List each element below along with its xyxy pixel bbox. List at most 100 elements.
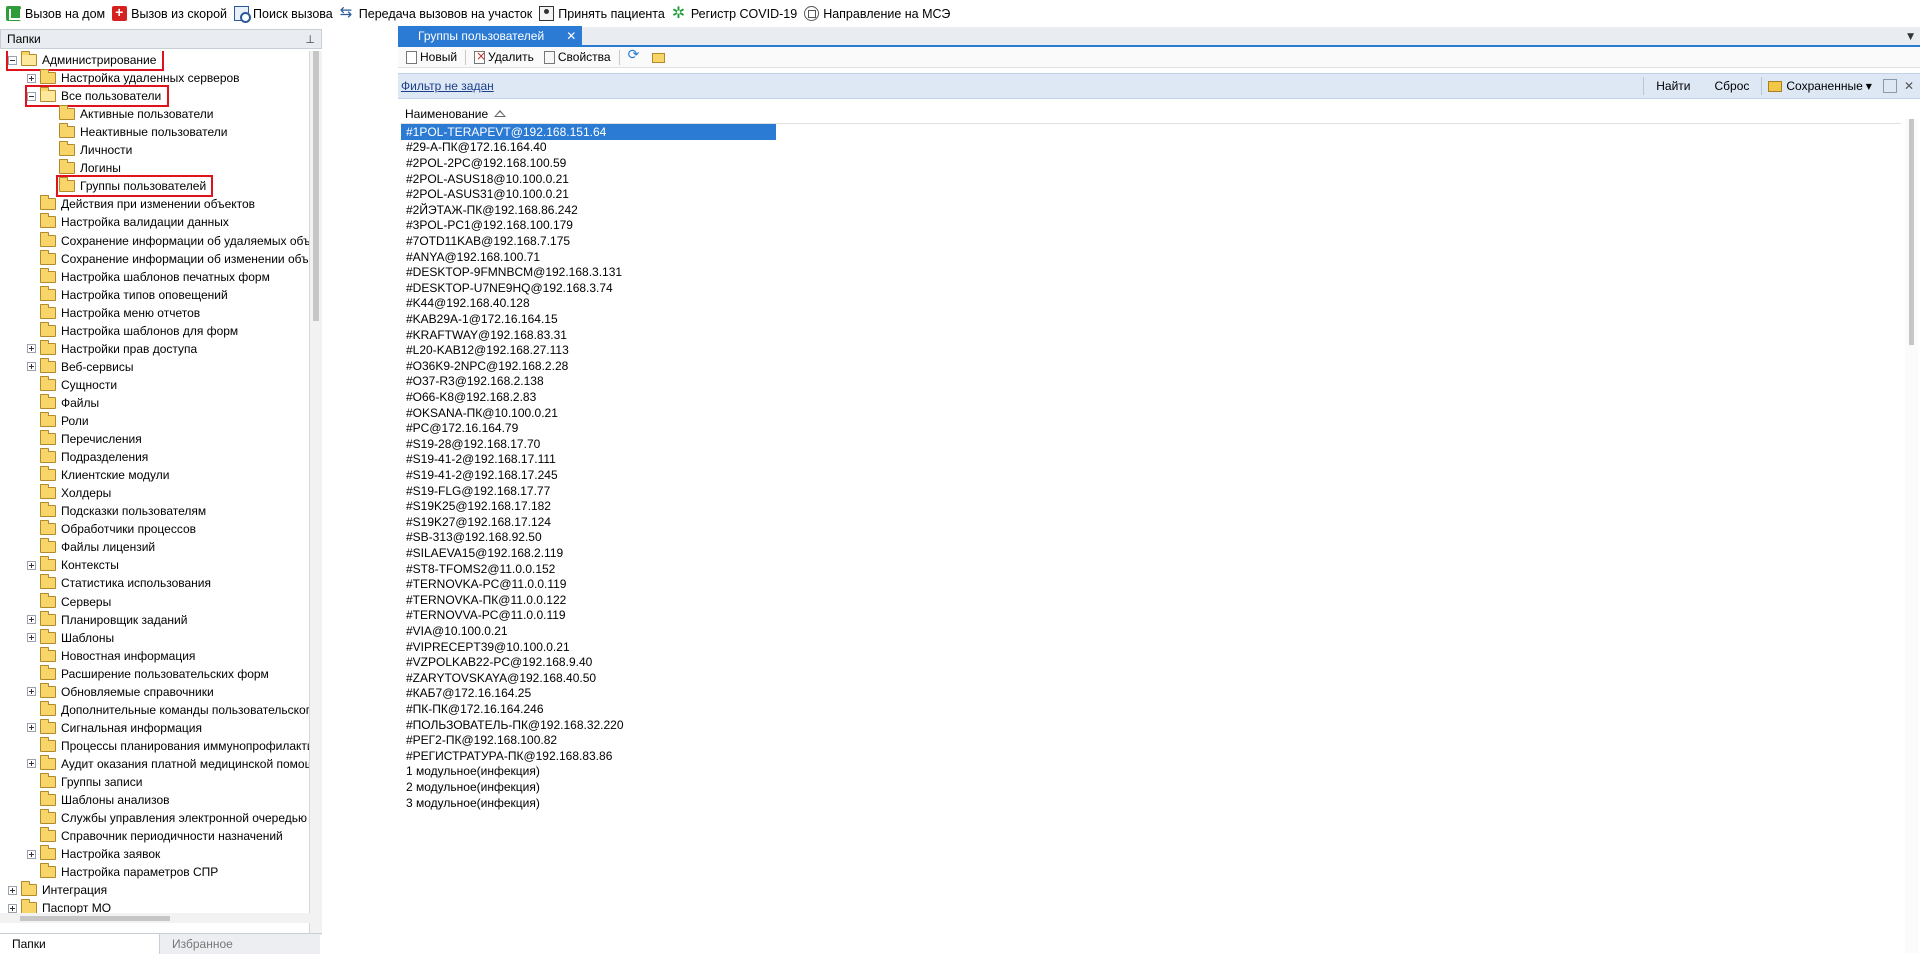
tree-item[interactable]: Перечисления — [27, 430, 142, 448]
tree-item[interactable]: Обработчики процессов — [27, 520, 196, 538]
table-row[interactable]: #РЕГИСТРАТУРА-ПК@192.168.83.86 — [401, 748, 776, 764]
tree-item[interactable]: Подсказки пользователям — [27, 502, 206, 520]
table-row[interactable]: #7OTD11KAB@192.168.7.175 — [401, 233, 776, 249]
tree-item[interactable]: Расширение пользовательских форм — [27, 664, 269, 683]
tree-item[interactable]: Роли — [27, 412, 89, 430]
toolbar-button-6[interactable]: Направление на МСЭ — [802, 3, 955, 25]
toolbar-button-0[interactable]: Вызов на дом — [4, 3, 110, 25]
table-row[interactable]: #SILAEVA15@192.168.2.119 — [401, 545, 776, 561]
tree-item[interactable]: Настройка меню отчетов — [27, 303, 200, 322]
expand-icon[interactable] — [27, 73, 36, 83]
tree-item[interactable]: Аудит оказания платной медицинской помощ… — [27, 754, 309, 773]
tree-item[interactable]: Контексты — [27, 556, 119, 574]
table-row[interactable]: #S19-28@192.168.17.70 — [401, 436, 776, 452]
table-row[interactable]: #S19K27@192.168.17.124 — [401, 514, 776, 530]
table-row[interactable]: 3 модульное(инфекция) — [401, 795, 776, 811]
tree-item[interactable]: Обновляемые справочники — [27, 682, 214, 701]
table-row[interactable]: #VIPRECEPT39@10.100.0.21 — [401, 639, 776, 655]
toolbar-button-1[interactable]: Вызов из скорой — [110, 3, 232, 25]
table-row[interactable]: #РЕГ2-ПК@192.168.100.82 — [401, 732, 776, 748]
table-row[interactable]: #2POL-ASUS31@10.100.0.21 — [401, 186, 776, 202]
filter-link[interactable]: Фильтр не задан — [401, 79, 494, 93]
table-row[interactable]: #S19K25@192.168.17.182 — [401, 498, 776, 514]
tree-item[interactable]: Действия при изменении объектов — [27, 195, 255, 213]
table-row[interactable]: #KAB29A-1@172.16.164.15 — [401, 311, 776, 327]
tree-item[interactable]: Настройка валидации данных — [27, 213, 229, 231]
table-row[interactable]: #KRAFTWAY@192.168.83.31 — [401, 327, 776, 343]
tree-item[interactable]: Настройка шаблонов для форм — [27, 321, 238, 340]
toolbar-button-2[interactable]: Поиск вызова — [232, 3, 338, 25]
close-filter-icon[interactable]: ✕ — [1904, 79, 1914, 93]
tree-item[interactable]: Настройки прав доступа — [27, 339, 197, 358]
tree-item[interactable]: Статистика использования — [27, 574, 211, 592]
tree-item[interactable]: Дополнительные команды пользовательского… — [27, 700, 309, 719]
tree-item[interactable]: Сохранение информации об изменении объек… — [27, 249, 309, 268]
tab-user-groups[interactable]: Группы пользователей ✕ — [398, 26, 583, 45]
column-header-name[interactable]: Наименование — [405, 107, 488, 121]
tree-item[interactable]: Настройка параметров СПР — [27, 863, 218, 881]
expand-icon[interactable] — [27, 560, 36, 570]
tree-item[interactable]: Шаблоны анализов — [27, 791, 170, 809]
table-row[interactable]: #L20-KAB12@192.168.27.113 — [401, 342, 776, 358]
tree-item[interactable]: Настройка типов оповещений — [27, 285, 228, 304]
table-row[interactable]: #2POL-ASUS18@10.100.0.21 — [401, 171, 776, 187]
pin-icon[interactable]: ⊥ — [305, 33, 315, 46]
table-row[interactable]: 2 модульное(инфекция) — [401, 779, 776, 795]
table-row[interactable]: #1POL-TERAPEVT@192.168.151.64 — [401, 124, 776, 140]
expand-icon[interactable] — [27, 723, 36, 733]
saved-filters-dropdown[interactable]: Сохраненные ▼ — [1762, 79, 1878, 93]
expand-icon[interactable] — [8, 903, 17, 913]
table-row[interactable]: #S19-41-2@192.168.17.111 — [401, 452, 776, 468]
table-row[interactable]: #ST8-TFOMS2@11.0.0.152 — [401, 561, 776, 577]
tree-horizontal-scrollbar[interactable] — [0, 913, 310, 923]
tree-item[interactable]: Сущности — [27, 375, 117, 394]
table-row[interactable]: #ПК-ПК@172.16.164.246 — [401, 701, 776, 717]
expand-icon[interactable] — [27, 759, 36, 769]
folder-action-button[interactable] — [647, 48, 673, 67]
tree-item[interactable]: Холдеры — [27, 484, 111, 502]
table-row[interactable]: #КАБ7@172.16.164.25 — [401, 686, 776, 702]
tree-item[interactable]: Службы управления электронной очередью — [27, 809, 307, 827]
tree-item[interactable]: Группы записи — [27, 773, 142, 791]
tab-folders[interactable]: Папки — [0, 934, 160, 954]
expand-icon[interactable] — [27, 362, 36, 372]
table-row[interactable]: #TERNOVKA-PC@11.0.0.119 — [401, 576, 776, 592]
table-row[interactable]: #K44@192.168.40.128 — [401, 296, 776, 312]
expand-icon[interactable] — [27, 633, 36, 643]
delete-button[interactable]: Удалить — [469, 48, 539, 67]
table-row[interactable]: #O37-R3@192.168.2.138 — [401, 374, 776, 390]
tree-item[interactable]: Личности — [46, 141, 132, 159]
tree-item[interactable]: Сигнальная информация — [27, 718, 202, 737]
table-row[interactable]: #2ЙЭТАЖ-ПК@192.168.86.242 — [401, 202, 776, 218]
table-row[interactable]: #OKSANA-ПК@10.100.0.21 — [401, 405, 776, 421]
table-row[interactable]: #S19-41-2@192.168.17.245 — [401, 467, 776, 483]
new-button[interactable]: Новый — [401, 48, 462, 67]
scrollbar-thumb[interactable] — [1909, 119, 1914, 345]
tree-item[interactable]: Справочник периодичности назначений — [27, 827, 283, 845]
expand-icon[interactable] — [27, 849, 36, 859]
find-button[interactable]: Найти — [1644, 79, 1702, 93]
table-row[interactable]: #S19-FLG@192.168.17.77 — [401, 483, 776, 499]
table-row[interactable]: #TERNOVVA-PC@11.0.0.119 — [401, 608, 776, 624]
expand-icon[interactable] — [8, 885, 17, 895]
scrollbar-thumb[interactable] — [313, 51, 319, 321]
expand-icon[interactable] — [27, 615, 36, 625]
tree-item[interactable]: Новостная информация — [27, 646, 195, 665]
tree-item[interactable]: Активные пользователи — [46, 105, 213, 123]
table-row[interactable]: #VZPOLKAB22-PC@192.168.9.40 — [401, 654, 776, 670]
table-row[interactable]: #TERNOVKA-ПК@11.0.0.122 — [401, 592, 776, 608]
expand-icon[interactable] — [27, 344, 36, 354]
tree-item[interactable]: Сохранение информации об удаляемых объек… — [27, 231, 309, 250]
reset-button[interactable]: Сброс — [1702, 79, 1761, 93]
properties-button[interactable]: Свойства — [539, 48, 616, 67]
grid-vertical-scrollbar[interactable] — [1905, 119, 1918, 953]
table-row[interactable]: #DESKTOP-9FMNBCM@192.168.3.131 — [401, 264, 776, 280]
tree-item[interactable]: Процессы планирования иммунопрофилактики — [27, 736, 309, 755]
refresh-button[interactable] — [623, 47, 647, 67]
tree-item[interactable]: Веб-сервисы — [27, 357, 133, 376]
tree-item[interactable]: Планировщик заданий — [27, 610, 187, 629]
table-row[interactable]: #29-А-ПК@172.16.164.40 — [401, 140, 776, 156]
tree-item[interactable]: Файлы — [27, 393, 99, 412]
table-row[interactable]: #ZARYTOVSKAYA@192.168.40.50 — [401, 670, 776, 686]
tree-item[interactable]: Интеграция — [8, 881, 107, 899]
